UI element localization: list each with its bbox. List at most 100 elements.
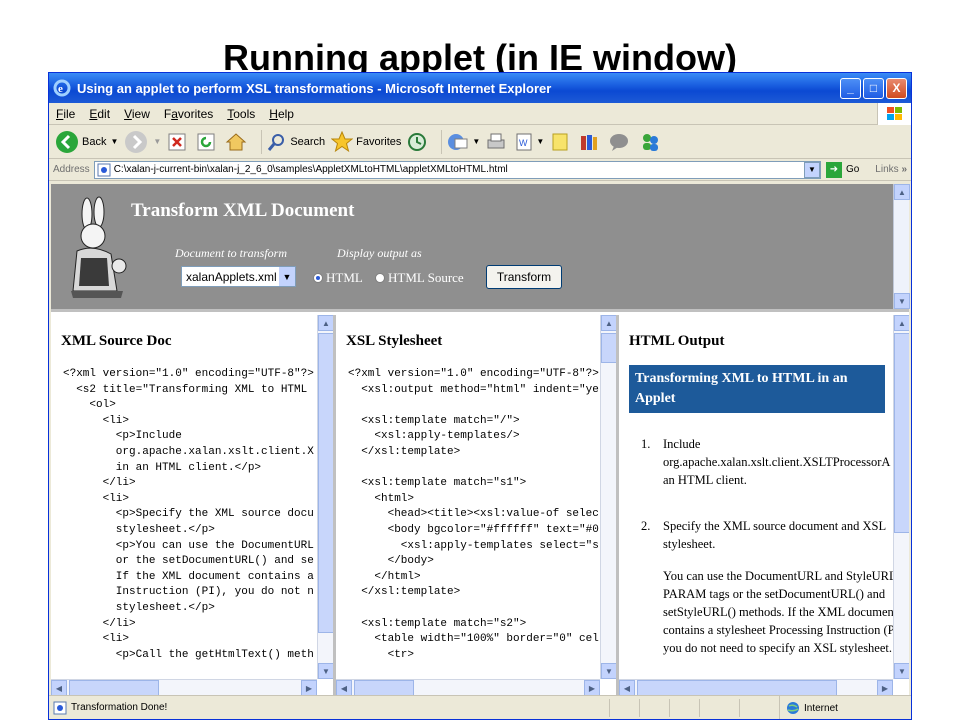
mail-dropdown-icon[interactable]: ▼ <box>472 137 480 146</box>
scroll-left-icon[interactable]: ◀ <box>336 680 352 695</box>
status-text: Transformation Done! <box>71 702 168 713</box>
messenger-button[interactable] <box>639 132 664 152</box>
close-button[interactable]: X <box>886 77 907 99</box>
menu-edit[interactable]: Edit <box>82 107 117 121</box>
xsl-pane-vscrollbar[interactable]: ▲ ▼ <box>600 315 616 679</box>
back-arrow-icon <box>56 130 78 153</box>
search-button[interactable]: Search <box>267 132 325 152</box>
scroll-down-icon[interactable]: ▼ <box>894 293 910 309</box>
address-dropdown-icon[interactable]: ▼ <box>803 161 820 178</box>
menu-help-label: elp <box>277 106 294 121</box>
xml-pane-hscrollbar[interactable]: ◀ ▶ <box>51 679 317 695</box>
xml-pane-title: XML Source Doc <box>61 333 172 349</box>
chevron-down-icon[interactable]: ▼ <box>279 267 295 286</box>
browser-content: Transform XML Document Document to trans… <box>51 184 910 695</box>
display-output-label: Display output as <box>337 246 422 260</box>
star-icon <box>331 130 354 152</box>
scroll-up-icon[interactable]: ▲ <box>894 315 909 331</box>
research-button[interactable] <box>579 132 602 152</box>
scroll-up-icon[interactable]: ▲ <box>894 184 910 200</box>
edit-button[interactable]: W ▼ <box>515 132 544 152</box>
xsl-stylesheet-pane: XSL Stylesheet <?xml version="1.0" encod… <box>336 315 619 695</box>
scroll-thumb[interactable] <box>894 333 909 533</box>
messenger-people-icon <box>643 133 659 151</box>
scroll-thumb[interactable] <box>69 680 159 695</box>
status-divider <box>699 699 700 717</box>
history-button[interactable] <box>407 132 430 152</box>
messenger-chat-button[interactable] <box>608 132 633 152</box>
menu-favorites-label: vorites <box>177 106 214 121</box>
scroll-right-icon[interactable]: ▶ <box>877 680 893 695</box>
output-pane-hscrollbar[interactable]: ◀ ▶ <box>619 679 893 695</box>
xml-source-code: <?xml version="1.0" encoding="UTF-8"?> <… <box>63 368 314 661</box>
radio-html-source-dot[interactable] <box>375 273 385 283</box>
list-item-number: 2. <box>641 519 651 533</box>
list-item-text: Include org.apache.xalan.xslt.client.XSL… <box>663 435 909 503</box>
menu-favorites[interactable]: Favorites <box>157 107 220 121</box>
forward-dropdown-icon[interactable]: ▼ <box>153 137 161 146</box>
scroll-thumb[interactable] <box>601 333 616 363</box>
go-label: Go <box>845 164 860 175</box>
scroll-down-icon[interactable]: ▼ <box>318 663 333 679</box>
note-icon <box>552 133 568 150</box>
stop-button[interactable] <box>167 132 190 152</box>
maximize-button[interactable]: □ <box>863 77 884 99</box>
go-button[interactable]: ➜ Go <box>825 161 860 178</box>
status-bar: Transformation Done! Internet <box>49 695 911 719</box>
document-select[interactable]: xalanApplets.xml ▼ <box>181 266 296 287</box>
scroll-right-icon[interactable]: ▶ <box>301 680 317 695</box>
xsl-pane-hscrollbar[interactable]: ◀ ▶ <box>336 679 600 695</box>
applet-frame-scrollbar[interactable]: ▲ ▼ <box>893 184 910 309</box>
scroll-right-icon[interactable]: ▶ <box>584 680 600 695</box>
standard-toolbar: Back ▼ ▼ Search Favorites ▼ W ▼ <box>49 125 911 159</box>
minimize-button[interactable]: _ <box>840 77 861 99</box>
status-divider <box>669 699 670 717</box>
scroll-thumb[interactable] <box>637 680 837 695</box>
back-dropdown-icon[interactable]: ▼ <box>110 137 118 146</box>
links-button[interactable]: Links » <box>875 164 907 175</box>
radio-html-dot[interactable] <box>313 273 323 283</box>
radio-html-source[interactable]: HTML Source <box>375 270 464 286</box>
output-pane-vscrollbar[interactable]: ▲ ▼ <box>893 315 909 679</box>
menu-favorites-accel: a <box>171 106 178 121</box>
back-button[interactable]: Back ▼ <box>55 130 118 154</box>
scroll-up-icon[interactable]: ▲ <box>601 315 616 331</box>
menu-bar: File Edit View Favorites Tools Help <box>49 103 911 125</box>
applet-frame: Transform XML Document Document to trans… <box>51 184 910 312</box>
print-button[interactable] <box>486 132 509 152</box>
output-list: 1. Include org.apache.xalan.xslt.client.… <box>641 435 909 685</box>
xsl-pane-title: XSL Stylesheet <box>346 333 443 349</box>
edit-dropdown-icon[interactable]: ▼ <box>536 137 544 146</box>
mail-button[interactable]: ▼ <box>447 133 480 151</box>
scroll-down-icon[interactable]: ▼ <box>601 663 616 679</box>
scroll-left-icon[interactable]: ◀ <box>619 680 635 695</box>
scroll-left-icon[interactable]: ◀ <box>51 680 67 695</box>
scroll-down-icon[interactable]: ▼ <box>894 663 909 679</box>
scroll-up-icon[interactable]: ▲ <box>318 315 333 331</box>
menu-file[interactable]: File <box>49 107 82 121</box>
scroll-thumb[interactable] <box>318 333 333 633</box>
menu-tools[interactable]: Tools <box>220 107 262 121</box>
output-banner: Transforming XML to HTML in an Applet <box>629 365 885 413</box>
window-title: Using an applet to perform XSL transform… <box>77 80 552 96</box>
stop-icon <box>168 133 186 150</box>
windows-flag-icon <box>877 103 911 125</box>
document-label: Document to transform <box>175 246 287 260</box>
favorites-button[interactable]: Favorites <box>331 130 401 153</box>
menu-view[interactable]: View <box>117 107 157 121</box>
xml-pane-vscrollbar[interactable]: ▲ ▼ <box>317 315 333 679</box>
menu-help[interactable]: Help <box>262 107 301 121</box>
forward-button[interactable]: ▼ <box>124 130 161 154</box>
radio-html-label: HTML <box>326 270 363 285</box>
home-button[interactable] <box>225 132 250 152</box>
address-input[interactable]: C:\xalan-j-current-bin\xalan-j_2_6_0\sam… <box>93 160 821 179</box>
refresh-button[interactable] <box>196 132 219 152</box>
discuss-button[interactable] <box>550 132 573 152</box>
menu-help-accel: H <box>269 106 278 121</box>
transform-button[interactable]: Transform <box>486 265 562 289</box>
window-titlebar[interactable]: e Using an applet to perform XSL transfo… <box>49 73 911 103</box>
scroll-thumb[interactable] <box>354 680 414 695</box>
menu-file-label: ile <box>63 106 76 121</box>
radio-html-source-label: HTML Source <box>388 270 464 285</box>
radio-html[interactable]: HTML <box>313 270 363 286</box>
